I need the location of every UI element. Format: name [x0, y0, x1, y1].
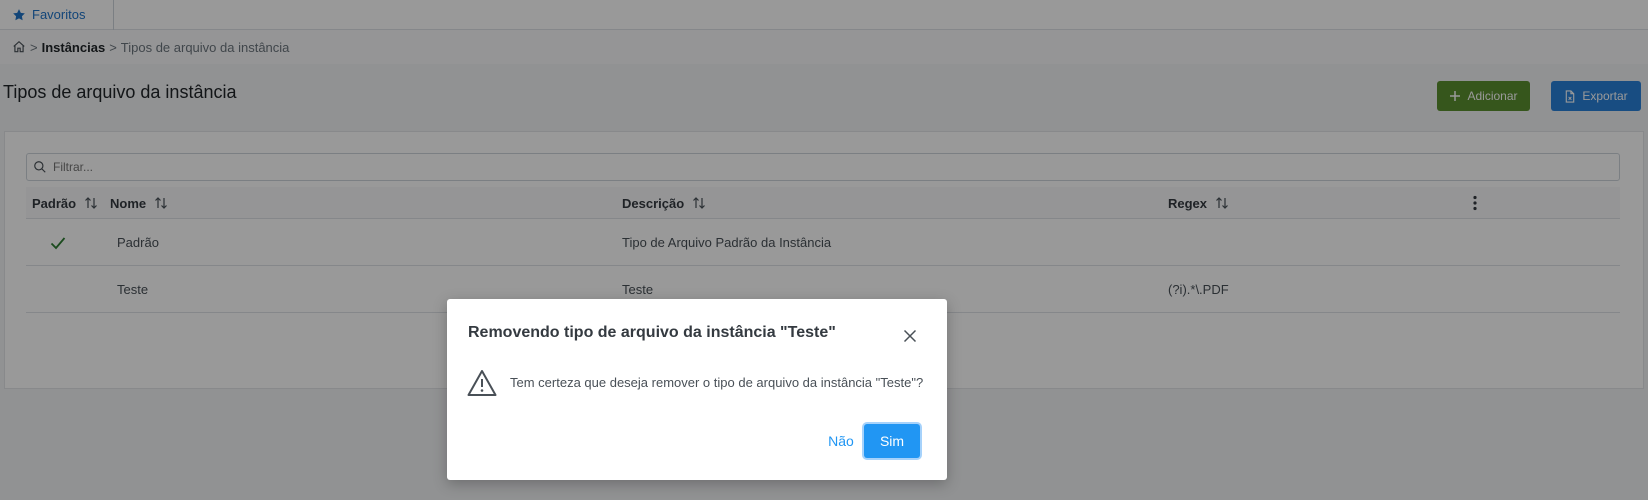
- close-button[interactable]: [900, 326, 920, 346]
- dialog-title: Removendo tipo de arquivo da instância "…: [468, 324, 836, 341]
- close-icon: [903, 329, 917, 343]
- warning-icon: [467, 369, 497, 402]
- confirm-dialog: Removendo tipo de arquivo da instância "…: [447, 299, 947, 480]
- dialog-message: Tem certeza que deseja remover o tipo de…: [510, 375, 924, 390]
- yes-button[interactable]: Sim: [864, 424, 920, 458]
- no-button[interactable]: Não: [811, 424, 871, 458]
